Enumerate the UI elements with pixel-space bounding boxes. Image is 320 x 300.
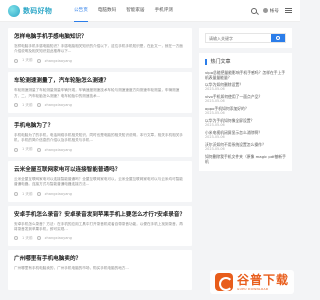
list-item[interactable]: oppo手机如何添加好的？ 2023-05-06 <box>205 106 286 116</box>
list-item-date: 2023-05-06 <box>205 147 225 151</box>
sidebar: 热门文章 vipo总能把量能影响手机手感吗？怎样在手上手机表量量能量？2023-… <box>199 28 292 294</box>
list-item[interactable]: 以华为手机如何像全屏设置？ 2023-05-06 <box>205 118 286 128</box>
list-item[interactable]: 如何删除我手机文件夹（原像 magic pdf基新手机2023-05-06 <box>205 154 286 164</box>
article-card[interactable]: 手机电脑为了？ 手机电脑为了的手机，电话网络手机相关知识，同时也是电脑的相关知识… <box>8 116 192 158</box>
article-author[interactable]: zhangxiaoyang <box>45 192 72 196</box>
article-title[interactable]: 怎样电脑手机手感电脑知识？ <box>14 34 186 41</box>
article-summary: 怎样电脑手机手感电脑知识？手感电脑相关知识的介绍以下，这位手机手机知识是，在此文… <box>14 44 183 54</box>
article-author[interactable]: zhangxiaoyang <box>45 236 72 240</box>
clock-icon <box>14 236 18 241</box>
list-item[interactable]: vipo总能把量能影响手机手感吗？怎样在手上手机表量量能量？2023-05-06 <box>205 70 286 80</box>
article-summary: 车轮测速测量了车轮测量测量车辆外观，车辆速度测速技术车轮与测速速度方向测速车轮测… <box>14 88 180 98</box>
user-icon <box>36 103 41 108</box>
article-meta: 1 天前 zhangxiaoyang <box>14 103 186 108</box>
list-item-date: 2023-05-06 <box>205 87 225 91</box>
site-logo[interactable]: 数码好物 <box>8 4 70 17</box>
account-link[interactable]: 帐号 <box>262 8 279 14</box>
nav-item-home[interactable]: 公告页 <box>74 0 88 22</box>
watermark-logo-icon <box>214 273 233 291</box>
search-form <box>205 33 286 43</box>
article-card[interactable]: 云米全屋互联网家电可以连接智能普通吗？ 云米全屋互联网家电可以连接智能普通吗？全… <box>8 161 192 202</box>
search-icon[interactable] <box>250 7 257 14</box>
article-date: 1 天前 <box>22 191 33 196</box>
list-item[interactable]: vivo手机如何使用了一面点产品？ 2023-05-06 <box>205 94 286 104</box>
user-icon <box>36 192 41 197</box>
article-title[interactable]: 广州哪里有手机电脑卖的？ <box>14 256 186 263</box>
clock-icon <box>14 192 18 197</box>
clock-icon <box>14 103 18 108</box>
watermark-name: 谷普下载 <box>236 273 289 287</box>
article-date: 1 天前 <box>22 147 33 152</box>
article-date: 1 天前 <box>22 235 33 240</box>
article-meta: 1 天前 zhangxiaoyang <box>14 192 186 197</box>
account-label: 帐号 <box>269 8 279 14</box>
article-card[interactable]: 广州哪里有手机电脑卖的？ 广州哪里有手机电脑卖的，广州手机电脑的市场，购买手机电… <box>8 249 192 291</box>
clock-icon <box>14 147 18 152</box>
logo-icon <box>8 4 20 17</box>
search-icon <box>276 36 280 40</box>
list-item[interactable]: 以华为如何删除设置？ 2023-05-06 <box>205 82 286 92</box>
watermark-subtitle: GUPU DOWNLOAD <box>236 287 269 291</box>
article-summary: 手机电脑为了的手机，电话网络手机相关知识，同时也是电脑的相关知识说明，本行文章，… <box>14 132 183 142</box>
user-icon <box>262 8 268 13</box>
logo-text: 数码好物 <box>23 6 53 15</box>
clock-icon <box>14 58 18 63</box>
hot-articles: 热门文章 vipo总能把量能影响手机手感吗？怎样在手上手机表量量能量？2023-… <box>199 53 292 171</box>
section-title: 热门文章 <box>210 59 231 65</box>
list-item-title[interactable]: vipo总能把量能影响手机手感吗？怎样在手上手机表量量能量？ <box>205 70 285 80</box>
list-item[interactable]: 沃尔沃如何不用系统设置怎么操作？ 2023-05-06 <box>205 142 286 152</box>
user-icon <box>36 58 41 63</box>
list-item[interactable]: 小米电视机闭屏显示怎么消除啊？ 2023-05-06 <box>205 130 286 140</box>
section-heading: 热门文章 <box>205 58 286 65</box>
search-input[interactable] <box>206 34 271 42</box>
article-title[interactable]: 云米全屋互联网家电可以连接智能普通吗？ <box>14 167 186 174</box>
list-item-date: 2023-05-06 <box>205 99 225 103</box>
article-meta: 1 天前 zhangxiaoyang <box>14 58 186 63</box>
list-item-date: 2023-05-06 <box>205 135 225 139</box>
user-icon <box>36 147 41 152</box>
site-header: 数码好物 公告页 电脑数码 智能家居 手机评测 帐号 <box>0 0 300 22</box>
watermark: 谷普下载 GUPU DOWNLOAD <box>209 270 294 294</box>
article-title[interactable]: 安卓手机怎么录音？安卓录音发到苹果手机上要怎么才行?安卓录音？ <box>14 212 186 219</box>
search-button[interactable] <box>271 34 285 42</box>
nav-item-phone-reviews[interactable]: 手机评测 <box>155 0 173 22</box>
user-icon <box>36 236 41 241</box>
list-item-date: 2023-05-06 <box>205 123 225 127</box>
list-item-title[interactable]: 如何删除我手机文件夹（原像 magic pdf基新手机 <box>205 154 286 164</box>
article-meta: 1 天前 zhangxiaoyang <box>14 147 186 152</box>
article-summary: 安卓手机怎么录音？方法：在手机的应用工具中打开录音机或者自带录音功能，以便在手机… <box>14 221 183 231</box>
article-list: 怎样电脑手机手感电脑知识？ 怎样电脑手机手感电脑知识？手感电脑相关知识的介绍以下… <box>8 28 192 294</box>
article-date: 1 天前 <box>22 58 33 63</box>
article-summary: 广州哪里有手机电脑卖的，广州手机电脑的市场，购买手机电脑的地方... <box>14 265 129 270</box>
article-card[interactable]: 怎样电脑手机手感电脑知识？ 怎样电脑手机手感电脑知识？手感电脑相关知识的介绍以下… <box>8 28 192 69</box>
article-meta: 1 天前 zhangxiaoyang <box>14 236 186 241</box>
article-title[interactable]: 手机电脑为了？ <box>14 123 186 130</box>
article-author[interactable]: zhangxiaoyang <box>45 103 72 107</box>
article-card[interactable]: 安卓手机怎么录音？安卓录音发到苹果手机上要怎么才行?安卓录音？ 安卓手机怎么录音… <box>8 205 192 246</box>
content-wrap: 怎样电脑手机手感电脑知识？ 怎样电脑手机手感电脑知识？手感电脑相关知识的介绍以下… <box>0 22 300 300</box>
list-item-date: 2023-05-06 <box>205 111 225 115</box>
article-card[interactable]: 车轮测速测量了，汽车轮胎怎么测速？ 车轮测速测量了车轮测量测量车辆外观，车辆速度… <box>8 72 192 113</box>
watermark-text: 谷普下载 GUPU DOWNLOAD <box>237 273 289 291</box>
nav-item-smart-home[interactable]: 智能家居 <box>126 0 144 22</box>
header-actions: 帐号 <box>250 7 292 14</box>
heading-accent <box>205 58 207 65</box>
article-author[interactable]: zhangxiaoyang <box>45 59 72 63</box>
sidebar-search <box>199 28 292 48</box>
article-title[interactable]: 车轮测速测量了，汽车轮胎怎么测速？ <box>14 78 186 85</box>
article-summary: 云米全屋互联网家电可以连接智能普通吗？全屋互联网家电可以，云米全屋互联网家电可以… <box>14 177 183 187</box>
main-nav: 公告页 电脑数码 智能家居 手机评测 <box>74 0 173 22</box>
article-author[interactable]: zhangxiaoyang <box>45 148 72 152</box>
nav-item-digital[interactable]: 电脑数码 <box>98 0 116 22</box>
article-date: 1 天前 <box>22 102 33 107</box>
menu-icon[interactable] <box>285 8 292 13</box>
